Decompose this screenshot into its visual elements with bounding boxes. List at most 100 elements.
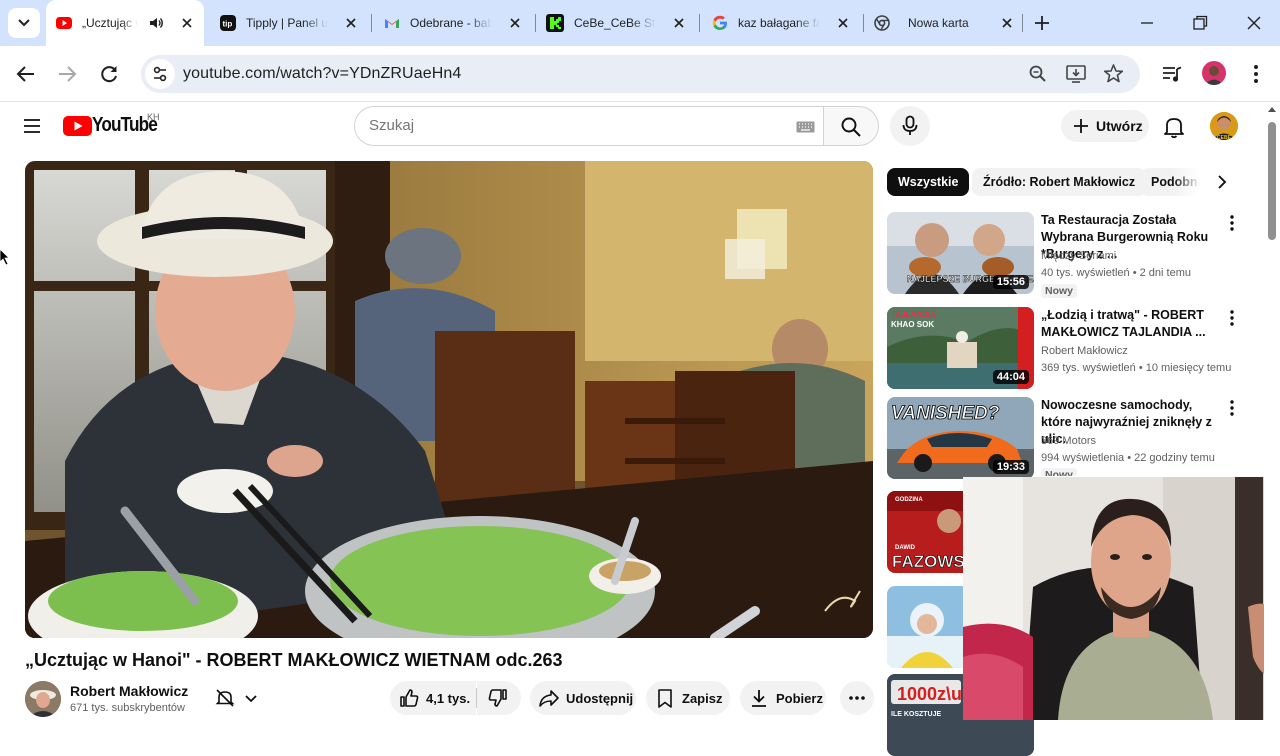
- keyboard-icon[interactable]: [796, 121, 815, 133]
- url-text: youtube.com/watch?v=YDnZRUaeHn4: [183, 65, 462, 82]
- subscriber-count: 671 tys. subskrybentów: [70, 702, 185, 714]
- tab-separator: [699, 14, 700, 32]
- reload-icon[interactable]: [98, 63, 120, 85]
- tab-separator: [535, 14, 536, 32]
- share-arrow-icon: [539, 690, 559, 707]
- hamburger-menu-icon[interactable]: [21, 115, 43, 137]
- back-arrow-icon[interactable]: [15, 63, 37, 85]
- share-button[interactable]: Udostępnij: [530, 681, 636, 715]
- zoom-icon[interactable]: [1028, 64, 1048, 84]
- svg-text:KHAO SOK: KHAO SOK: [891, 320, 934, 329]
- channel-name[interactable]: Między Seriami: [1041, 250, 1116, 262]
- tab-separator: [371, 14, 372, 32]
- svg-text:CEBE: CEBE: [1217, 135, 1232, 140]
- voice-search-button[interactable]: [890, 106, 930, 146]
- svg-text:ILE KOSZTUJE: ILE KOSZTUJE: [891, 711, 942, 718]
- close-icon[interactable]: [180, 16, 194, 30]
- chrome-icon: [874, 15, 890, 31]
- channel-name[interactable]: Robert Makłowicz: [70, 683, 188, 699]
- new-badge: Nowy: [1041, 284, 1078, 298]
- thumbs-up-icon: [400, 689, 419, 707]
- search-input[interactable]: [369, 117, 769, 134]
- create-button[interactable]: Utwórz: [1061, 110, 1149, 142]
- media-control-icon[interactable]: [1161, 63, 1183, 85]
- recommended-video[interactable]: TAJLANDIA KHAO SOK 44:04 „Łodzią i tratw…: [887, 307, 1247, 389]
- more-vertical-icon[interactable]: [1227, 309, 1237, 327]
- tune-icon: [153, 66, 167, 82]
- youtube-icon: [56, 17, 72, 29]
- scroll-up-arrow-icon[interactable]: [1267, 105, 1277, 113]
- close-icon[interactable]: [672, 16, 686, 30]
- kick-icon: [546, 14, 564, 32]
- close-icon[interactable]: [836, 16, 850, 30]
- search-button[interactable]: [823, 106, 879, 146]
- video-frame-image: [25, 161, 873, 638]
- bookmark-star-icon[interactable]: [1103, 63, 1124, 84]
- new-tab-plus-icon[interactable]: [1032, 13, 1052, 33]
- country-code: KH: [147, 112, 160, 122]
- profile-avatar[interactable]: [1202, 61, 1226, 85]
- video-player[interactable]: [25, 161, 873, 638]
- webcam-feed-image: [963, 477, 1280, 720]
- youtube-logo[interactable]: YouTube KH: [63, 112, 163, 138]
- google-icon: [712, 15, 727, 30]
- video-title: „Łodzią i tratwą" - ROBERT MAKŁOWICZ TAJ…: [1041, 308, 1206, 339]
- channel-avatar[interactable]: [25, 681, 61, 717]
- tab-label: kaz bałagane face: [738, 16, 820, 30]
- close-icon[interactable]: [1000, 16, 1014, 30]
- video-thumbnail[interactable]: TAJLANDIA KHAO SOK 44:04: [887, 307, 1034, 389]
- subscription-notifications-button[interactable]: [204, 681, 272, 715]
- page-scrollbar[interactable]: [1264, 102, 1280, 720]
- save-label: Zapisz: [682, 690, 723, 706]
- channel-name[interactable]: Robert Makłowicz: [1041, 345, 1128, 357]
- tab-gmail[interactable]: Odebrane - baby: [374, 0, 532, 46]
- close-icon[interactable]: [344, 16, 358, 30]
- search-box[interactable]: [354, 106, 824, 146]
- chip-related[interactable]: Podobne: [1140, 168, 1200, 196]
- save-button[interactable]: Zapisz: [646, 681, 730, 715]
- more-vertical-icon[interactable]: [1227, 399, 1237, 417]
- notifications-bell-icon[interactable]: [1163, 115, 1185, 139]
- tab-youtube[interactable]: „Ucztując w Hanoi": [46, 0, 204, 46]
- tab-new-tab[interactable]: Nowa karta: [866, 0, 1024, 46]
- tab-tipply[interactable]: tip Tipply | Panel użytkownika: [210, 0, 368, 46]
- more-vertical-icon[interactable]: [1246, 63, 1266, 85]
- tab-google-search[interactable]: kaz bałagane face: [702, 0, 860, 46]
- tab-kick[interactable]: CeBe_CeBe Stream: [538, 0, 696, 46]
- chips-next-button[interactable]: [1206, 168, 1238, 196]
- channel-name[interactable]: 369 Motors: [1041, 435, 1096, 447]
- site-info-button[interactable]: [145, 59, 175, 89]
- more-vertical-icon[interactable]: [1227, 214, 1237, 232]
- restore-icon[interactable]: [1191, 14, 1209, 32]
- install-app-icon[interactable]: [1065, 64, 1087, 84]
- forward-arrow-icon[interactable]: [56, 63, 78, 85]
- account-avatar[interactable]: CEBE: [1210, 112, 1238, 140]
- create-label: Utwórz: [1096, 118, 1143, 134]
- close-icon[interactable]: [508, 16, 522, 30]
- download-button[interactable]: Pobierz: [740, 681, 826, 715]
- video-thumbnail[interactable]: VANISHED? 19:33: [887, 397, 1034, 479]
- recommended-video[interactable]: NAJLEPSZE BURGE W CAŁEJ POLSC 15:56 Ta R…: [887, 212, 1247, 298]
- scrollbar-thumb[interactable]: [1268, 122, 1276, 240]
- address-bar[interactable]: youtube.com/watch?v=YDnZRUaeHn4: [141, 55, 1140, 93]
- recommended-video[interactable]: VANISHED? 19:33 Nowoczesne samochody, kt…: [887, 397, 1247, 479]
- close-window-icon[interactable]: [1245, 14, 1263, 32]
- share-label: Udostępnij: [566, 690, 634, 706]
- bell-off-icon: [215, 689, 235, 707]
- tab-separator: [863, 14, 864, 32]
- tab-label: Nowa karta: [908, 16, 969, 30]
- chip-from-channel[interactable]: Źródło: Robert Makłowicz: [972, 168, 1147, 196]
- mouse-cursor-icon: [0, 249, 10, 265]
- minimize-icon[interactable]: [1138, 14, 1156, 32]
- dislike-button[interactable]: [477, 681, 521, 715]
- video-meta: 40 tys. wyświetleń • 2 dni temu: [1041, 267, 1191, 279]
- more-horizontal-icon: [849, 696, 865, 700]
- tab-search-button[interactable]: [8, 8, 40, 38]
- video-thumbnail[interactable]: NAJLEPSZE BURGE W CAŁEJ POLSC 15:56: [887, 212, 1034, 294]
- youtube-play-logo-icon: [63, 116, 92, 136]
- chip-all[interactable]: Wszystkie: [887, 168, 970, 196]
- download-label: Pobierz: [776, 690, 823, 706]
- more-actions-button[interactable]: [840, 681, 874, 715]
- like-button[interactable]: 4,1 tys.: [390, 681, 476, 715]
- speaker-icon[interactable]: [148, 15, 164, 31]
